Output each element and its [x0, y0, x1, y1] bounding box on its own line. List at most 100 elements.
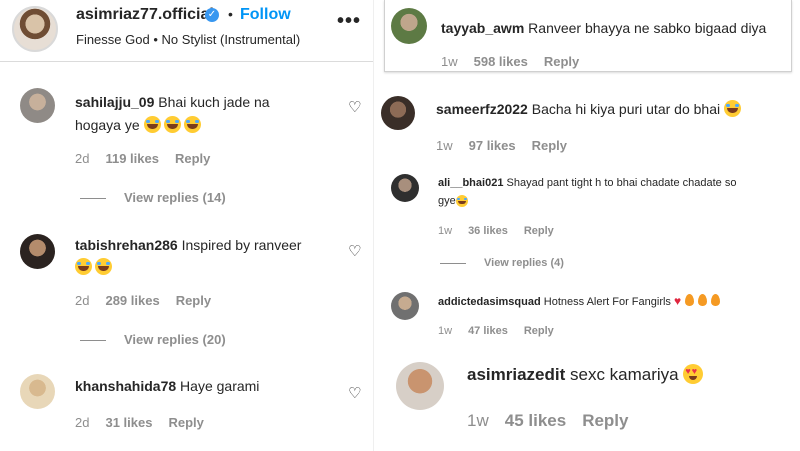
- commenter-avatar[interactable]: [396, 362, 444, 410]
- reply-button[interactable]: Reply: [524, 325, 554, 337]
- left-comments-panel: asimriaz77.official ✓ • Follow Finesse G…: [0, 0, 374, 451]
- like-heart-icon[interactable]: ♡: [348, 242, 361, 260]
- reply-button[interactable]: Reply: [544, 54, 579, 69]
- comment-text-line2: hogaya ye: [75, 116, 204, 133]
- comment-time: 2d: [75, 415, 90, 430]
- comment-body-line2: gye: [438, 195, 456, 207]
- comment-item: tabishrehan286 Inspired by ranveer ♡ 2d 2…: [0, 230, 373, 350]
- view-replies-label: View replies (4): [484, 257, 564, 269]
- author-username[interactable]: asimriaz77.official: [76, 6, 214, 24]
- view-replies-button[interactable]: View replies (14): [80, 190, 226, 205]
- comment-item: sahilajju_09 Bhai kuch jade na hogaya ye…: [0, 88, 373, 205]
- comment-text: asimriazedit sexc kamariya: [467, 364, 704, 385]
- comment-body: Haye garami: [180, 378, 260, 394]
- comment-item: addictedasimsquad Hotness Alert For Fang…: [376, 292, 800, 342]
- comment-text: khanshahida78 Haye garami: [75, 378, 259, 394]
- comment-body: Hotness Alert For Fangirls: [543, 296, 671, 308]
- comment-body: Inspired by ranveer: [181, 237, 302, 253]
- commenter-avatar[interactable]: [381, 96, 415, 130]
- comment-meta: 2d 31 likes Reply: [75, 415, 220, 430]
- comment-item: khanshahida78 Haye garami ♡ 2d 31 likes Re…: [0, 372, 373, 442]
- commenter-username[interactable]: khanshahida78: [75, 378, 176, 394]
- comment-meta: 1w 47 likes Reply: [438, 325, 570, 337]
- commenter-avatar[interactable]: [20, 88, 55, 123]
- comment-time: 1w: [467, 411, 489, 430]
- commenter-avatar[interactable]: [391, 174, 419, 202]
- comment-body: Bhai kuch jade na: [158, 94, 270, 110]
- view-replies-label: View replies (20): [124, 332, 226, 347]
- laughing-emoji-icon: [143, 116, 161, 133]
- comment-text: ali__bhai021 Shayad pant tight h to bhai…: [438, 177, 736, 189]
- view-replies-button[interactable]: View replies (20): [80, 332, 226, 347]
- red-heart-icon: ♥: [673, 294, 682, 308]
- commenter-username[interactable]: tabishrehan286: [75, 237, 178, 253]
- reply-button[interactable]: Reply: [176, 293, 211, 308]
- author-avatar[interactable]: [12, 6, 58, 52]
- view-replies-label: View replies (14): [124, 190, 226, 205]
- laughing-emoji-icon: [163, 116, 181, 133]
- comment-likes[interactable]: 289 likes: [105, 293, 159, 308]
- comment-body: Ranveer bhayya ne sabko bigaad diya: [528, 20, 767, 36]
- fire-icon: [711, 294, 721, 306]
- commenter-username[interactable]: sameerfz2022: [436, 101, 528, 117]
- comment-likes[interactable]: 47 likes: [468, 325, 508, 337]
- comment-text: addictedasimsquad Hotness Alert For Fang…: [438, 294, 721, 308]
- audio-subtitle[interactable]: Finesse God • No Stylist (Instrumental): [76, 32, 300, 47]
- comment-time: 2d: [75, 151, 90, 166]
- commenter-avatar[interactable]: [391, 8, 427, 44]
- heart-eyes-emoji-icon: [683, 364, 704, 384]
- comment-likes[interactable]: 119 likes: [105, 151, 159, 166]
- like-heart-icon[interactable]: ♡: [348, 98, 361, 116]
- view-replies-line: [80, 340, 106, 342]
- comment-likes[interactable]: 36 likes: [468, 225, 508, 237]
- reply-button[interactable]: Reply: [175, 151, 210, 166]
- comment-item: ali__bhai021 Shayad pant tight h to bhai…: [376, 172, 800, 272]
- comment-meta: 1w 97 likes Reply: [436, 138, 583, 153]
- comment-time: 1w: [436, 138, 453, 153]
- more-options-icon[interactable]: •••: [337, 10, 361, 33]
- comment-time: 2d: [75, 293, 90, 308]
- commenter-username[interactable]: asimriazedit: [467, 365, 565, 384]
- comment-text: tayyab_awm Ranveer bhayya ne sabko bigaa…: [441, 20, 766, 36]
- comment-item: asimriazedit sexc kamariya 1w 45 likes Rep…: [376, 356, 800, 446]
- comment-time: 1w: [438, 225, 453, 237]
- commenter-username[interactable]: addictedasimsquad: [438, 296, 541, 308]
- follow-button[interactable]: Follow: [240, 6, 291, 24]
- comment-likes[interactable]: 31 likes: [105, 415, 152, 430]
- comment-text: sahilajju_09 Bhai kuch jade na: [75, 94, 270, 110]
- right-comments-panel: tayyab_awm Ranveer bhayya ne sabko bigaa…: [376, 0, 800, 451]
- comment-body: Bacha hi kiya puri utar do bhai: [531, 101, 721, 117]
- view-replies-button[interactable]: View replies (4): [440, 257, 564, 269]
- header-separator: •: [228, 6, 233, 22]
- view-replies-line: [80, 198, 106, 200]
- comment-meta: 2d 289 likes Reply: [75, 293, 227, 308]
- comment-meta: 2d 119 likes Reply: [75, 151, 226, 166]
- reply-button[interactable]: Reply: [582, 411, 628, 430]
- commenter-avatar[interactable]: [391, 292, 419, 320]
- comment-item: sameerfz2022 Bacha hi kiya puri utar do …: [376, 96, 800, 156]
- comment-body-line2: hogaya ye: [75, 117, 140, 133]
- reply-button[interactable]: Reply: [168, 415, 203, 430]
- comment-time: 1w: [441, 54, 458, 69]
- comment-likes[interactable]: 598 likes: [474, 54, 528, 69]
- comment-text: tabishrehan286 Inspired by ranveer: [75, 237, 301, 253]
- reply-button[interactable]: Reply: [524, 225, 554, 237]
- commenter-username[interactable]: ali__bhai021: [438, 177, 503, 189]
- reply-button[interactable]: Reply: [532, 138, 567, 153]
- commenter-username[interactable]: sahilajju_09: [75, 94, 154, 110]
- comment-likes[interactable]: 97 likes: [469, 138, 516, 153]
- comment-text-line2: [75, 258, 115, 275]
- highlighted-comment-card: tayyab_awm Ranveer bhayya ne sabko bigaa…: [384, 0, 792, 72]
- comment-likes[interactable]: 45 likes: [505, 411, 566, 430]
- post-header: asimriaz77.official ✓ • Follow Finesse G…: [0, 0, 373, 62]
- like-heart-icon[interactable]: ♡: [348, 384, 361, 402]
- comment-body: sexc kamariya: [570, 365, 679, 384]
- commenter-avatar[interactable]: [20, 374, 55, 409]
- comment-meta: 1w 45 likes Reply: [467, 411, 644, 431]
- laughing-emoji-icon: [183, 116, 201, 133]
- commenter-username[interactable]: tayyab_awm: [441, 20, 524, 36]
- laughing-emoji-icon: [95, 258, 112, 275]
- comment-text: sameerfz2022 Bacha hi kiya puri utar do …: [436, 100, 744, 117]
- comment-meta: 1w 598 likes Reply: [441, 54, 595, 69]
- commenter-avatar[interactable]: [20, 234, 55, 269]
